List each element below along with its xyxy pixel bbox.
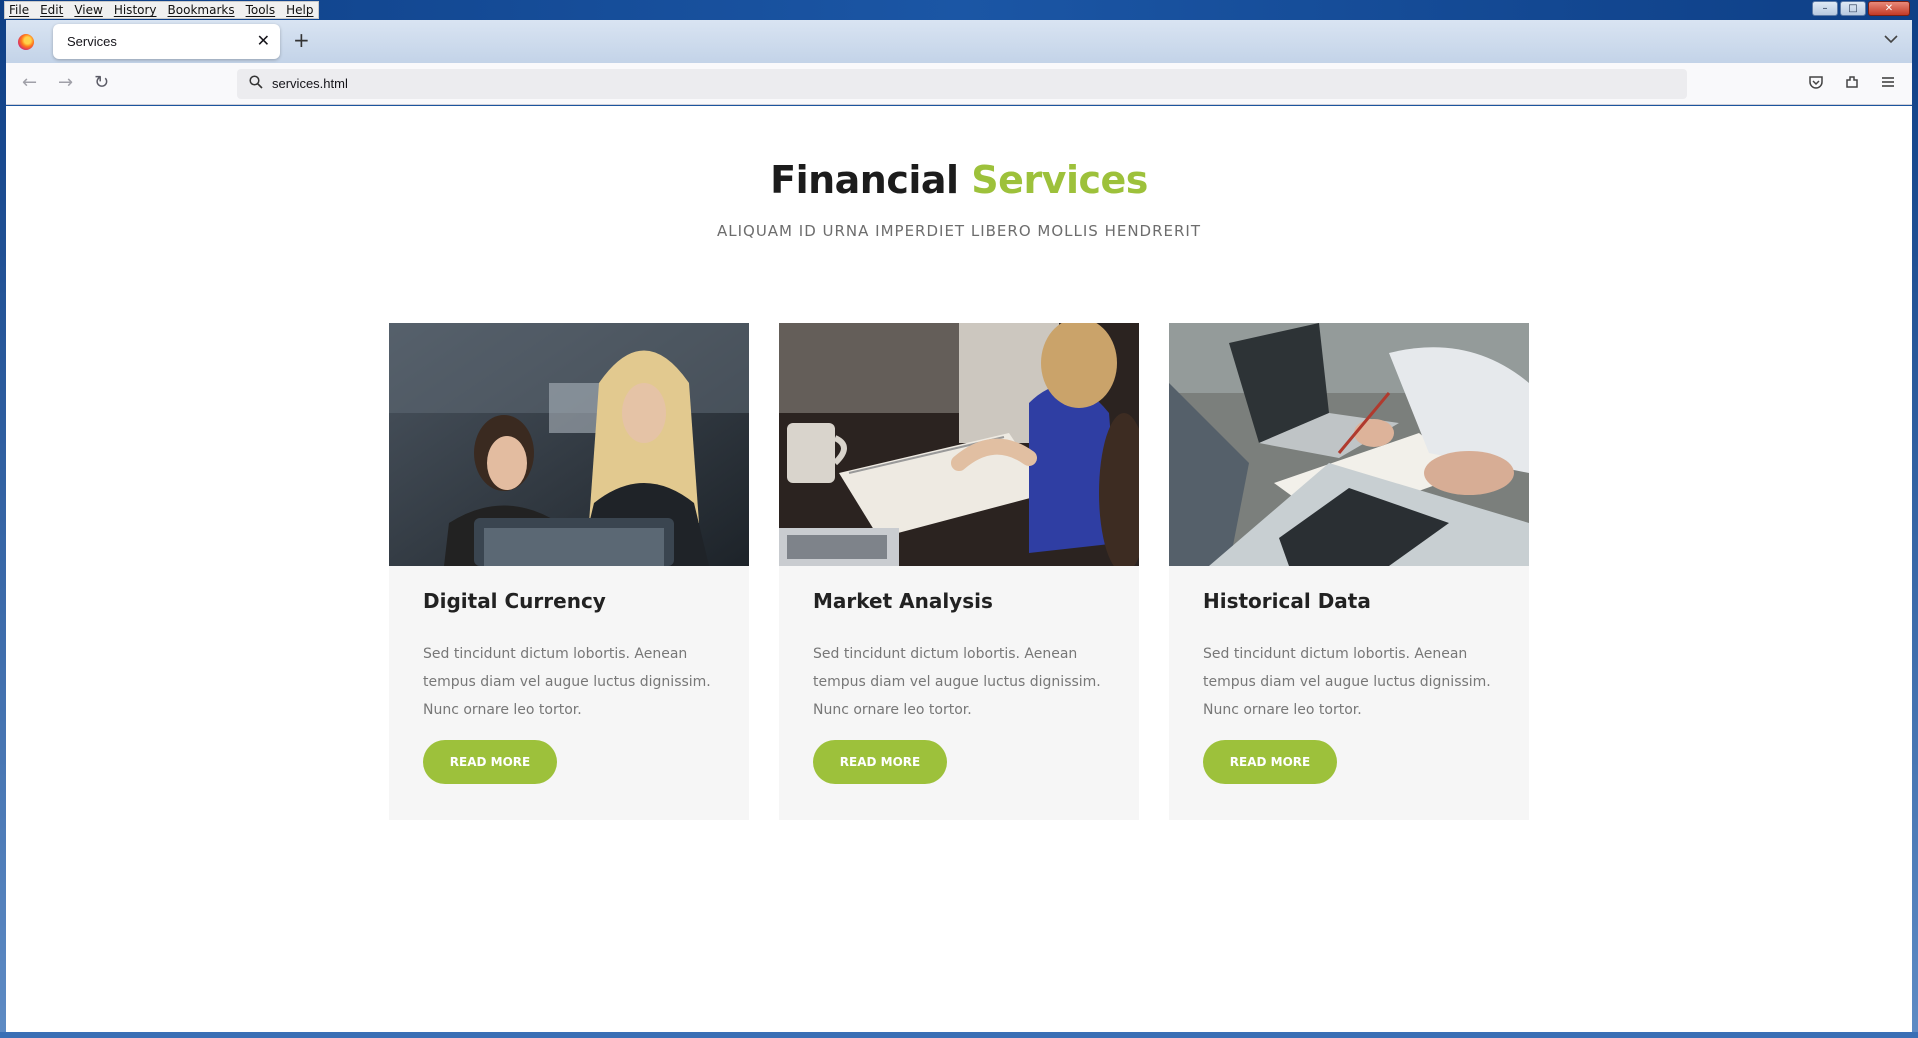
card-text: Sed tincidunt dictum lobortis. Aenean te… bbox=[813, 646, 1101, 718]
menu-history[interactable]: History bbox=[114, 3, 157, 17]
read-more-button[interactable]: READ MORE bbox=[423, 740, 557, 784]
service-card: Market Analysis Sed tincidunt dictum lob… bbox=[779, 323, 1139, 820]
menu-bar: File Edit View History Bookmarks Tools H… bbox=[4, 1, 319, 19]
title-main: Financial bbox=[770, 158, 959, 202]
navigation-bar: ← → ↻ services.html bbox=[6, 63, 1912, 105]
search-icon bbox=[249, 75, 263, 89]
services-cards: Digital Currency Sed tincidunt dictum lo… bbox=[389, 323, 1529, 820]
new-tab-icon[interactable]: + bbox=[293, 30, 310, 50]
forward-icon[interactable]: → bbox=[58, 73, 73, 93]
maximize-button[interactable]: □ bbox=[1840, 1, 1866, 16]
menu-help[interactable]: Help bbox=[286, 3, 313, 17]
window-controls: – □ ✕ bbox=[1812, 1, 1910, 16]
menu-tools[interactable]: Tools bbox=[246, 3, 276, 17]
url-text[interactable]: services.html bbox=[272, 76, 348, 91]
card-title: Digital Currency bbox=[423, 589, 606, 613]
read-more-button[interactable]: READ MORE bbox=[813, 740, 947, 784]
card-image-laptops-desk bbox=[1169, 323, 1529, 566]
app-menu-icon[interactable] bbox=[1880, 74, 1896, 95]
reload-icon[interactable]: ↻ bbox=[94, 73, 109, 93]
tab-strip: Services ✕ + bbox=[6, 20, 1912, 63]
card-title: Historical Data bbox=[1203, 589, 1371, 613]
tab-services[interactable]: Services ✕ bbox=[53, 24, 280, 59]
close-window-button[interactable]: ✕ bbox=[1868, 1, 1910, 16]
service-card: Digital Currency Sed tincidunt dictum lo… bbox=[389, 323, 749, 820]
minimize-button[interactable]: – bbox=[1812, 1, 1838, 16]
menu-file[interactable]: File bbox=[9, 3, 29, 17]
title-accent: Services bbox=[971, 158, 1148, 202]
window-border-right bbox=[1912, 20, 1918, 1038]
menu-edit[interactable]: Edit bbox=[40, 3, 63, 17]
read-more-button[interactable]: READ MORE bbox=[1203, 740, 1337, 784]
tab-close-icon[interactable]: ✕ bbox=[257, 32, 270, 50]
window-border-bottom bbox=[0, 1032, 1918, 1038]
card-title: Market Analysis bbox=[813, 589, 993, 613]
window-title-bar: File Edit View History Bookmarks Tools H… bbox=[0, 0, 1918, 20]
tab-title: Services bbox=[67, 34, 117, 49]
service-card: Historical Data Sed tincidunt dictum lob… bbox=[1169, 323, 1529, 820]
back-icon[interactable]: ← bbox=[22, 73, 37, 93]
extensions-icon[interactable] bbox=[1844, 74, 1860, 95]
menu-bookmarks[interactable]: Bookmarks bbox=[168, 3, 235, 17]
page-subtitle: ALIQUAM ID URNA IMPERDIET LIBERO MOLLIS … bbox=[716, 222, 1202, 240]
menu-view[interactable]: View bbox=[74, 3, 102, 17]
firefox-logo-icon bbox=[18, 34, 34, 50]
card-text: Sed tincidunt dictum lobortis. Aenean te… bbox=[1203, 646, 1491, 718]
page-viewport: Financial Services ALIQUAM ID URNA IMPER… bbox=[6, 106, 1912, 1032]
url-bar[interactable]: services.html bbox=[237, 69, 1687, 99]
list-all-tabs-icon[interactable] bbox=[1884, 32, 1898, 48]
card-image-women-at-computer bbox=[389, 323, 749, 566]
card-image-meeting-notebook bbox=[779, 323, 1139, 566]
pocket-icon[interactable] bbox=[1808, 74, 1824, 95]
card-text: Sed tincidunt dictum lobortis. Aenean te… bbox=[423, 646, 711, 718]
page-title: Financial Services bbox=[6, 158, 1912, 202]
